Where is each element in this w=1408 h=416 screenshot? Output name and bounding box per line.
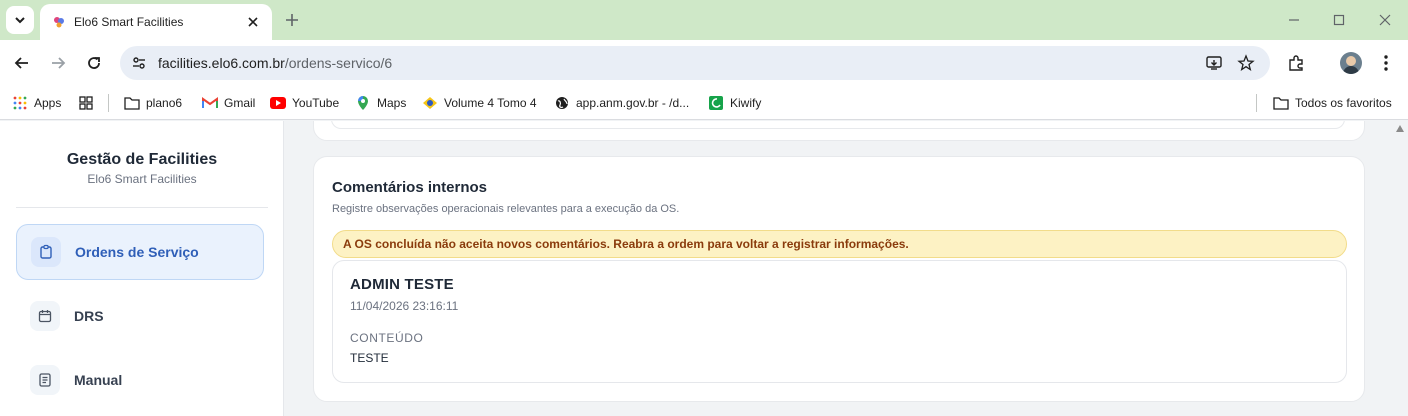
closed-order-alert: A OS concluída não aceita novos comentár… bbox=[332, 230, 1347, 258]
section-title: Comentários internos bbox=[332, 179, 488, 196]
bookmark-gmail[interactable]: Gmail bbox=[202, 93, 255, 113]
bookmark-divider bbox=[108, 94, 109, 112]
sidebar-item-ordens-servico[interactable]: Ordens de Serviço bbox=[16, 224, 264, 280]
chevron-down-icon bbox=[15, 17, 25, 24]
url-path: /ordens-servico/6 bbox=[284, 55, 393, 71]
close-tab-icon[interactable] bbox=[244, 13, 262, 31]
bookmark-label: YouTube bbox=[292, 96, 340, 110]
gmail-icon bbox=[202, 95, 218, 111]
comment-content: TESTE bbox=[350, 351, 389, 365]
maximize-icon[interactable] bbox=[1329, 10, 1349, 30]
page-scrollbar[interactable] bbox=[1393, 121, 1408, 416]
app-root: Gestão de Facilities Elo6 Smart Faciliti… bbox=[0, 121, 1408, 416]
profile-avatar[interactable] bbox=[1340, 52, 1362, 74]
reload-icon[interactable] bbox=[82, 51, 106, 75]
bookmark-plano6[interactable]: plano6 bbox=[124, 93, 182, 113]
tab-search-button[interactable] bbox=[6, 6, 34, 34]
clipboard-icon bbox=[31, 237, 61, 267]
volume-site-icon bbox=[422, 95, 438, 111]
bookmark-kiwify[interactable]: Kiwify bbox=[708, 93, 761, 113]
bookmark-label: Todos os favoritos bbox=[1295, 96, 1392, 110]
maps-pin-icon bbox=[355, 95, 371, 111]
tab-strip: Elo6 Smart Facilities bbox=[0, 0, 1408, 40]
sidebar-title: Gestão de Facilities bbox=[66, 151, 218, 168]
bookmark-label: Volume 4 Tomo 4 bbox=[444, 96, 537, 110]
forward-icon[interactable] bbox=[46, 51, 70, 75]
close-window-icon[interactable] bbox=[1375, 10, 1395, 30]
bookmark-label: plano6 bbox=[146, 96, 183, 110]
main-content: Comentários internos Registre observaçõe… bbox=[285, 121, 1393, 416]
bookmark-label: Gmail bbox=[224, 96, 256, 110]
kiwify-icon bbox=[708, 95, 724, 111]
apps-grid-icon bbox=[12, 95, 28, 111]
bookmark-label: Apps bbox=[34, 96, 62, 110]
back-icon[interactable] bbox=[10, 51, 34, 75]
address-bar[interactable]: facilities.elo6.com.br/ordens-servico/6 bbox=[120, 46, 1270, 80]
sidebar-item-manual[interactable]: Manual bbox=[16, 352, 264, 408]
internal-comments-card: Comentários internos Registre observaçõe… bbox=[313, 156, 1365, 402]
bookmark-youtube[interactable]: YouTube bbox=[270, 93, 339, 113]
browser-tab[interactable]: Elo6 Smart Facilities bbox=[40, 4, 272, 40]
comment-timestamp: 11/04/2026 23:16:11 bbox=[350, 299, 459, 313]
comment-author: ADMIN TESTE bbox=[350, 276, 454, 293]
document-icon bbox=[30, 365, 60, 395]
bookmark-anm[interactable]: app.anm.gov.br - /d... bbox=[554, 93, 689, 113]
tab-title: Elo6 Smart Facilities bbox=[74, 15, 184, 29]
folder-icon bbox=[1273, 95, 1289, 111]
sidebar-divider bbox=[16, 207, 268, 208]
sidebar: Gestão de Facilities Elo6 Smart Faciliti… bbox=[0, 121, 284, 416]
comment-content-label: CONTEÚDO bbox=[350, 331, 424, 345]
site-favicon-icon bbox=[52, 15, 66, 29]
extensions-icon[interactable] bbox=[1284, 51, 1308, 75]
calendar-icon bbox=[30, 301, 60, 331]
bookmarks-bar: Apps plano6 Gmail YouTube Maps Volume 4 bbox=[0, 86, 1408, 120]
bookmark-apps[interactable]: Apps bbox=[12, 93, 61, 113]
sidebar-item-label: Ordens de Serviço bbox=[75, 244, 199, 260]
minimize-icon[interactable] bbox=[1284, 10, 1304, 30]
sidebar-subtitle: Elo6 Smart Facilities bbox=[87, 172, 197, 186]
bookmark-label: Kiwify bbox=[730, 96, 762, 110]
grid-icon bbox=[78, 95, 94, 111]
bookmark-maps[interactable]: Maps bbox=[355, 93, 406, 113]
bookmark-divider bbox=[1256, 94, 1257, 112]
section-subtitle: Registre observações operacionais releva… bbox=[332, 203, 680, 215]
url-text: facilities.elo6.com.br/ordens-servico/6 bbox=[158, 55, 392, 71]
sidebar-item-drs[interactable]: DRS bbox=[16, 288, 264, 344]
comment-item: ADMIN TESTE 11/04/2026 23:16:11 CONTEÚDO… bbox=[332, 260, 1347, 383]
install-app-icon[interactable] bbox=[1204, 53, 1224, 73]
bookmark-star-icon[interactable] bbox=[1236, 53, 1256, 73]
new-tab-icon[interactable] bbox=[282, 10, 302, 30]
url-host: facilities.elo6.com.br bbox=[158, 55, 285, 71]
globe-icon bbox=[554, 95, 570, 111]
bookmark-label: app.anm.gov.br - /d... bbox=[576, 96, 690, 110]
site-settings-icon[interactable] bbox=[122, 46, 156, 80]
tab-groups-button[interactable] bbox=[78, 93, 100, 113]
bookmark-label: Maps bbox=[377, 96, 407, 110]
sidebar-item-label: DRS bbox=[74, 308, 104, 324]
youtube-icon bbox=[270, 95, 286, 111]
folder-icon bbox=[124, 95, 140, 111]
sidebar-item-label: Manual bbox=[74, 372, 123, 388]
previous-section-inner bbox=[331, 121, 1345, 129]
browser-toolbar: facilities.elo6.com.br/ordens-servico/6 bbox=[0, 40, 1408, 86]
menu-kebab-icon[interactable] bbox=[1374, 51, 1398, 75]
scroll-up-arrow-icon[interactable] bbox=[1396, 125, 1404, 132]
bookmark-volume[interactable]: Volume 4 Tomo 4 bbox=[422, 93, 537, 113]
bookmark-all-favorites[interactable]: Todos os favoritos bbox=[1273, 93, 1392, 113]
